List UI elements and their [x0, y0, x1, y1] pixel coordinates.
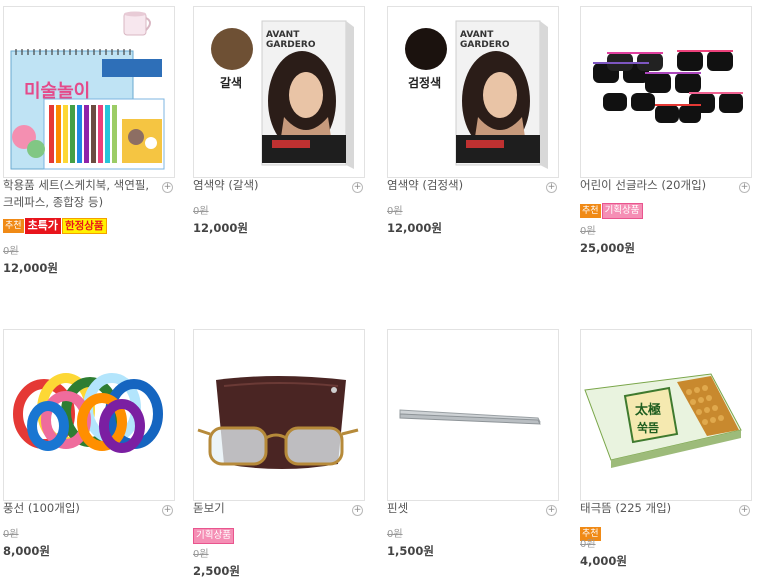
sale-price: 25,000원 [580, 241, 635, 255]
add-to-list-icon[interactable]: + [546, 505, 557, 516]
original-price: 0원 [387, 529, 403, 540]
sale-price: 12,000원 [3, 261, 58, 275]
sale-price: 12,000원 [387, 221, 442, 235]
product-name[interactable]: 염색약 (갈색) [193, 177, 353, 194]
swatch-label: 검정색 [408, 76, 442, 90]
product-name[interactable]: 학용품 세트(스케치북, 색연필, 크레파스, 종합장 등) [3, 177, 163, 211]
add-to-list-icon[interactable]: + [739, 505, 750, 516]
sunglasses-image [581, 7, 751, 177]
product-name[interactable]: 어린이 선글라스 (20개입) [580, 177, 740, 194]
add-to-list-icon[interactable]: + [352, 505, 363, 516]
product-thumbnail[interactable]: 太極 쑥뜸 [580, 329, 752, 501]
sale-price: 8,000원 [3, 544, 50, 558]
product-thumbnail[interactable] [387, 329, 559, 501]
planned-product-badge: 기획상품 [193, 527, 234, 544]
sale-price: 2,500원 [193, 564, 240, 578]
product-thumbnail[interactable]: AVANT GARDERO 갈색 [193, 6, 365, 178]
sale-price: 4,000원 [580, 554, 627, 568]
limited-badge: 한정상품 [61, 217, 107, 234]
svg-text:쑥뜸: 쑥뜸 [637, 421, 659, 435]
product-thumbnail[interactable] [580, 6, 752, 178]
product-badges: 추천 기획상품 [580, 200, 644, 219]
school-supplies-image: 미술놀이 [4, 7, 174, 177]
original-price: 0원 [387, 206, 403, 217]
hair-dye-image: AVANT GARDERO [194, 7, 364, 177]
product-name[interactable]: 태극뜸 (225 개입) [580, 500, 740, 517]
product-name[interactable]: 염색약 (검정색) [387, 177, 547, 194]
special-price-badge: 초특가 [24, 217, 61, 234]
reading-glasses-image [194, 330, 364, 500]
add-to-list-icon[interactable]: + [739, 182, 750, 193]
product-thumbnail[interactable]: 미술놀이 [3, 6, 175, 178]
color-swatch [211, 28, 253, 70]
add-to-list-icon[interactable]: + [546, 182, 557, 193]
hair-dye-image: AVANT GARDERO [388, 7, 558, 177]
recommend-badge: 추천 [3, 218, 24, 233]
tweezers-image [388, 330, 558, 500]
product-thumbnail[interactable]: AVANT GARDERO 검정색 [387, 6, 559, 178]
sale-price: 1,500원 [387, 544, 434, 558]
svg-text:GARDERO: GARDERO [266, 40, 316, 50]
original-price: 0원 [3, 529, 19, 540]
planned-product-badge: 기획상품 [601, 202, 643, 219]
sale-price: 12,000원 [193, 221, 248, 235]
recommend-badge: 추천 [580, 203, 601, 218]
balloons-image [4, 330, 174, 500]
original-price: 0원 [580, 226, 596, 237]
original-price: 0원 [580, 539, 596, 550]
product-thumbnail[interactable] [3, 329, 175, 501]
svg-text:AVANT: AVANT [460, 30, 494, 40]
svg-text:AVANT: AVANT [266, 30, 300, 40]
svg-text:GARDERO: GARDERO [460, 40, 510, 50]
svg-text:太極: 太極 [634, 402, 661, 418]
moxa-box-image: 太極 쑥뜸 [581, 330, 751, 500]
product-badges: 기획상품 [193, 525, 235, 544]
product-name[interactable]: 풍선 (100개입) [3, 500, 163, 517]
original-price: 0원 [193, 549, 209, 560]
product-name[interactable]: 돋보기 [193, 500, 353, 517]
add-to-list-icon[interactable]: + [162, 182, 173, 193]
swatch-label: 갈색 [220, 76, 243, 90]
original-price: 0원 [193, 206, 209, 217]
add-to-list-icon[interactable]: + [162, 505, 173, 516]
color-swatch [405, 28, 447, 70]
add-to-list-icon[interactable]: + [352, 182, 363, 193]
original-price: 0원 [3, 246, 19, 257]
product-thumbnail[interactable] [193, 329, 365, 501]
product-badges: 추천 초특가 한정상품 [3, 215, 108, 234]
product-name[interactable]: 핀셋 [387, 500, 547, 517]
